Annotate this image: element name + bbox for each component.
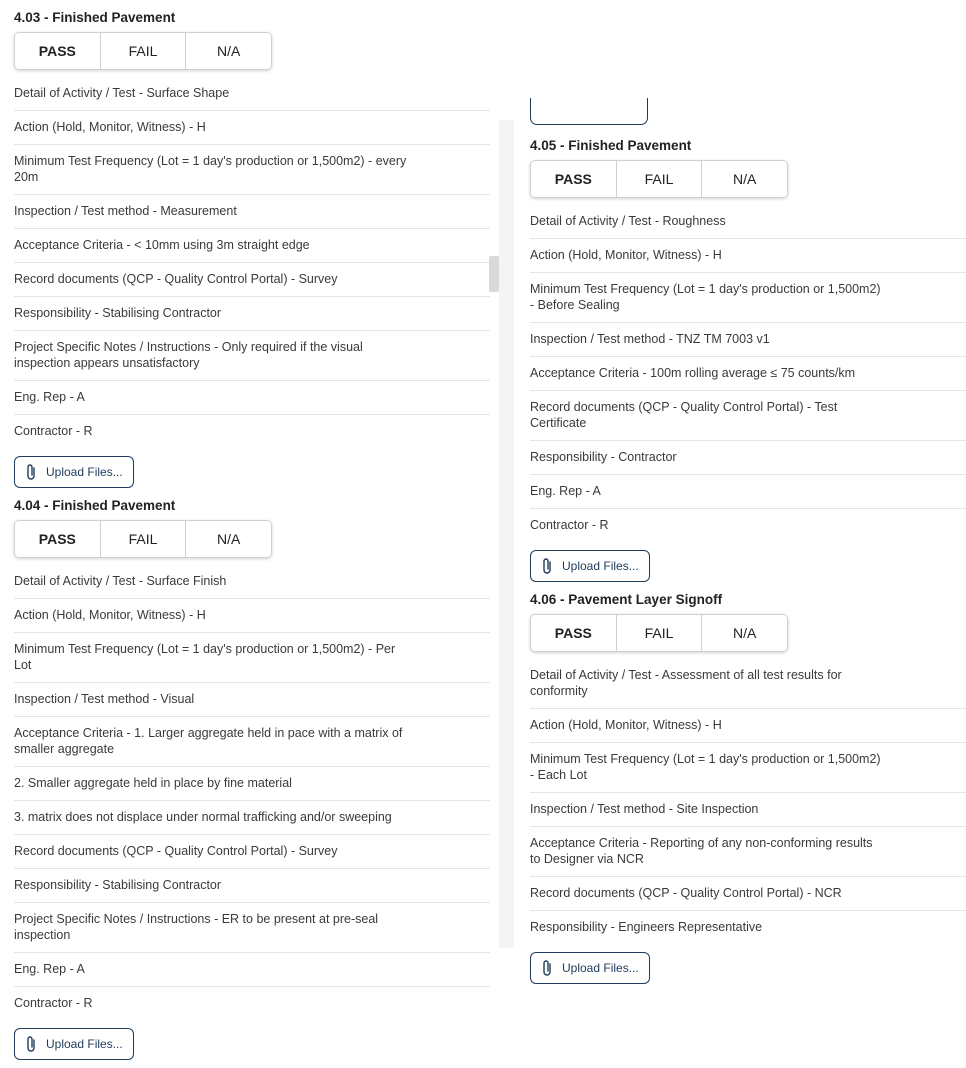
detail-row: Action (Hold, Monitor, Witness) - H [530,239,966,273]
section-4-03: 4.03 - Finished Pavement PASS FAIL N/A D… [14,9,490,488]
fail-button[interactable]: FAIL [616,615,703,651]
right-column: 4.05 - Finished Pavement PASS FAIL N/A D… [530,0,966,984]
detail-row: Responsibility - Contractor [530,441,966,475]
detail-list: Detail of Activity / Test - Surface Shap… [14,77,490,448]
detail-row: Responsibility - Engineers Representativ… [530,920,763,934]
paperclip-icon [543,960,551,976]
upload-files-button[interactable]: Upload Files... [14,456,134,488]
pass-button[interactable]: PASS [15,33,101,69]
detail-row: Acceptance Criteria - Reporting of any n… [530,827,966,877]
detail-row: Contractor - R [14,424,93,438]
left-column: 4.03 - Finished Pavement PASS FAIL N/A D… [14,0,490,1060]
detail-list: Detail of Activity / Test - Roughness Ac… [530,205,966,542]
pass-fail-na-group: PASS FAIL N/A [14,520,272,558]
upload-files-label: Upload Files... [562,961,639,975]
right-panel-scroll-track [499,120,514,948]
detail-row: Project Specific Notes / Instructions - … [14,903,490,953]
paperclip-icon [27,464,35,480]
detail-row: Detail of Activity / Test - Roughness [530,205,966,239]
upload-files-button[interactable]: Upload Files... [14,1028,134,1060]
na-button[interactable]: N/A [186,33,271,69]
detail-row: Acceptance Criteria - 100m rolling avera… [530,357,966,391]
fail-button[interactable]: FAIL [616,161,703,197]
pass-button[interactable]: PASS [531,161,617,197]
na-button[interactable]: N/A [702,161,787,197]
pass-fail-na-group: PASS FAIL N/A [14,32,272,70]
detail-row: Minimum Test Frequency (Lot = 1 day's pr… [14,145,490,195]
detail-row: Acceptance Criteria - < 10mm using 3m st… [14,229,490,263]
left-panel-scrollbar-thumb[interactable] [489,256,499,292]
detail-row: Record documents (QCP - Quality Control … [530,877,966,911]
detail-row: Eng. Rep - A [14,953,490,987]
detail-row: Inspection / Test method - Visual [14,683,490,717]
pass-button[interactable]: PASS [531,615,617,651]
detail-row: Inspection / Test method - Measurement [14,195,490,229]
detail-row: Detail of Activity / Test - Surface Fini… [14,565,490,599]
section-title: 4.04 - Finished Pavement [14,498,176,513]
detail-row: Inspection / Test method - Site Inspecti… [530,793,966,827]
detail-row: Action (Hold, Monitor, Witness) - H [530,709,966,743]
detail-row: Record documents (QCP - Quality Control … [14,835,490,869]
upload-files-label: Upload Files... [46,1037,123,1051]
upload-files-label: Upload Files... [562,559,639,573]
detail-row: Inspection / Test method - TNZ TM 7003 v… [530,323,966,357]
detail-list: Detail of Activity / Test - Surface Fini… [14,565,490,1020]
detail-row: Detail of Activity / Test - Assessment o… [530,659,966,709]
detail-row: Minimum Test Frequency (Lot = 1 day's pr… [530,273,966,323]
paperclip-icon [27,1036,35,1052]
detail-row: Acceptance Criteria - 1. Larger aggregat… [14,717,490,767]
section-title: 4.03 - Finished Pavement [14,10,176,25]
pass-button[interactable]: PASS [15,521,101,557]
pass-fail-na-group: PASS FAIL N/A [530,160,788,198]
upload-files-button[interactable]: Upload Files... [530,550,650,582]
detail-row: Record documents (QCP - Quality Control … [530,391,966,441]
section-4-05: 4.05 - Finished Pavement PASS FAIL N/A D… [530,137,966,582]
detail-row: Eng. Rep - A [530,475,966,509]
detail-row: Responsibility - Stabilising Contractor [14,297,490,331]
detail-row: Contractor - R [530,518,609,532]
section-4-04: 4.04 - Finished Pavement PASS FAIL N/A D… [14,497,490,1060]
upload-files-label: Upload Files... [46,465,123,479]
detail-row: Eng. Rep - A [14,381,490,415]
section-title: 4.05 - Finished Pavement [530,138,692,153]
section-title: 4.06 - Pavement Layer Signoff [530,592,723,607]
detail-row: Record documents (QCP - Quality Control … [14,263,490,297]
detail-row: Minimum Test Frequency (Lot = 1 day's pr… [14,633,490,683]
detail-row: Action (Hold, Monitor, Witness) - H [14,599,490,633]
detail-list: Detail of Activity / Test - Assessment o… [530,659,966,944]
detail-row: Detail of Activity / Test - Surface Shap… [14,77,490,111]
detail-row: Responsibility - Stabilising Contractor [14,869,490,903]
detail-row: Minimum Test Frequency (Lot = 1 day's pr… [530,743,966,793]
detail-row: 2. Smaller aggregate held in place by fi… [14,767,490,801]
detail-row: Action (Hold, Monitor, Witness) - H [14,111,490,145]
section-4-06: 4.06 - Pavement Layer Signoff PASS FAIL … [530,591,966,984]
detail-row: Contractor - R [14,996,93,1010]
paperclip-icon [543,558,551,574]
detail-row: Project Specific Notes / Instructions - … [14,331,490,381]
fail-button[interactable]: FAIL [100,33,187,69]
fail-button[interactable]: FAIL [100,521,187,557]
upload-files-button[interactable]: Upload Files... [530,952,650,984]
pass-fail-na-group: PASS FAIL N/A [530,614,788,652]
na-button[interactable]: N/A [186,521,271,557]
na-button[interactable]: N/A [702,615,787,651]
detail-row: 3. matrix does not displace under normal… [14,801,490,835]
